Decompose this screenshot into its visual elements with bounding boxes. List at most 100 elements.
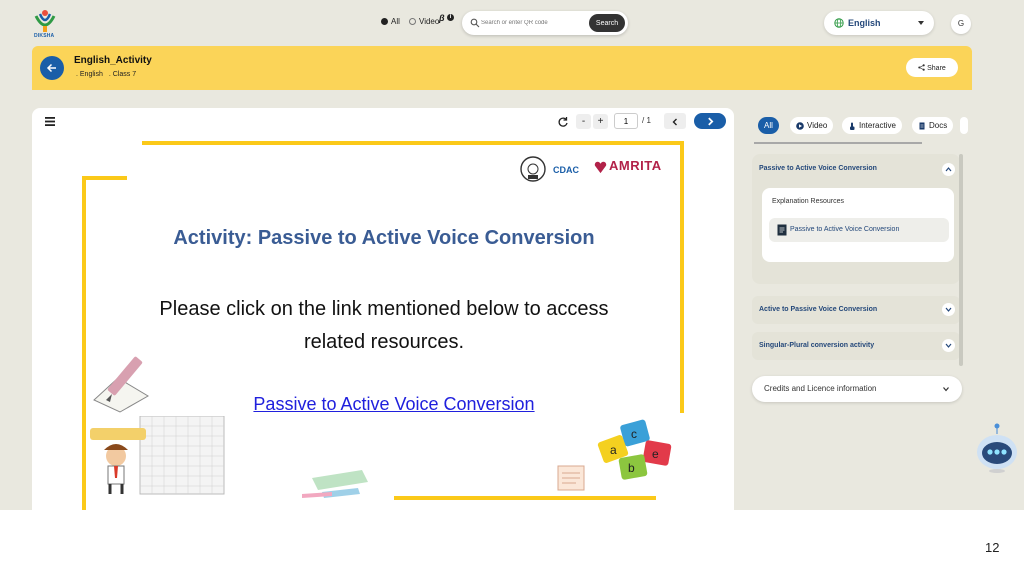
filter-all-radio[interactable]: All [381,17,400,26]
chatbot-icon[interactable] [975,422,1019,474]
radio-icon-checked [381,18,388,25]
government-emblem-icon [520,156,546,182]
pencil-clipart-icon [93,356,149,413]
play-icon [796,121,804,130]
section-content: Explanation Resources Passive to Active … [762,188,954,262]
hamburger-menu-icon[interactable] [45,117,55,126]
radio-icon [409,18,416,25]
section-title[interactable]: Passive to Active Voice Conversion [759,165,877,172]
resource-link[interactable]: Passive to Active Voice Conversion [74,394,694,415]
document-icon [919,122,925,129]
slide-title: Activity: Passive to Active Voice Conver… [173,227,595,249]
partner-logos: CDAC AMRITA [519,155,674,183]
chevron-down-icon [943,387,949,392]
tab-video-label: Video [807,121,828,130]
breadcrumb-item-subject: . English [76,71,103,78]
tabs-scroll-track [754,142,922,144]
section-title: Singular-Plural conversion activity [759,342,875,349]
notepad-clipart-icon [557,465,585,491]
previous-page-button[interactable] [664,113,686,129]
slide-page-number: 12 [985,540,1000,555]
alphabet-puzzle-clipart-icon: a c b e [597,419,672,480]
expand-toggle[interactable] [942,339,955,352]
language-label: English [848,18,881,28]
cdac-logo-text: CDAC [553,165,579,175]
slide-frame-top [142,141,684,145]
resource-group-label: Explanation Resources [772,198,844,205]
panel-scrollbar[interactable] [959,154,963,366]
slide-frame-bottom [394,496,656,500]
language-dropdown[interactable]: English [824,11,934,35]
tab-interactive[interactable]: Interactive [842,117,902,134]
section-active-to-passive[interactable]: Active to Passive Voice Conversion [752,296,960,324]
search-icon [470,18,480,28]
section-singular-plural[interactable]: Singular-Plural conversion activity [752,332,960,360]
share-icon [918,63,925,71]
app-window: DIKSHA All Video β i Search English [0,0,1024,510]
search-input[interactable] [481,17,581,29]
svg-text:c: c [631,427,637,441]
svg-text:a: a [610,443,617,457]
content-banner: English_Activity . English . Class 7 Sha… [32,46,972,90]
share-label: Share [927,64,946,72]
beta-badge: β [439,13,445,23]
section-passive-to-active: Passive to Active Voice Conversion Expla… [752,154,960,284]
search-button[interactable]: Search [589,14,625,32]
breadcrumb: . English . Class 7 [76,71,136,78]
info-icon[interactable]: i [447,14,454,21]
globe-icon [834,18,844,28]
slide-page: CDAC AMRITA Activity: Passive to Active … [74,138,694,510]
next-page-button[interactable] [694,113,726,129]
search-box: Search [462,11,628,35]
touch-icon [850,122,855,130]
section-title: Active to Passive Voice Conversion [759,306,878,313]
filter-all-label: All [391,17,400,26]
pdf-player: - + / 1 CDAC [32,108,734,510]
chevron-right-icon [707,116,713,126]
pdf-document-icon [777,224,787,236]
stationery-clipart-icon [302,470,368,498]
amrita-logo-text: AMRITA [609,158,662,173]
resource-filter-tabs: All Video Interactive Docs [752,114,968,138]
credits-label: Credits and Licence information [764,384,877,393]
chevron-left-icon [672,118,677,125]
word-search-clipart-icon [90,416,225,495]
resource-item[interactable]: Passive to Active Voice Conversion [769,218,949,242]
tab-more[interactable] [960,117,968,134]
top-header: DIKSHA All Video β i Search English [0,0,1024,44]
collapse-toggle[interactable] [942,163,955,176]
chevron-up-icon [945,167,952,172]
arrow-left-icon [46,63,56,73]
tab-video[interactable]: Video [790,117,834,134]
zoom-out-button[interactable]: - [576,114,591,129]
tab-all-label: All [764,121,773,130]
svg-text:e: e [652,447,659,461]
share-button[interactable]: Share [906,58,958,77]
filter-video-radio[interactable]: Video [409,17,439,26]
user-avatar[interactable]: G [951,14,971,34]
tab-docs[interactable]: Docs [912,117,954,134]
page-number-input[interactable] [614,113,638,129]
breadcrumb-item-class: . Class 7 [108,71,137,78]
resource-panel: All Video Interactive Docs Passive to Ac… [748,108,968,510]
page-total: / 1 [642,116,651,125]
content-title: English_Activity [74,55,152,66]
slide-body-text: Please click on the link mentioned below… [159,298,609,353]
tab-all[interactable]: All [758,117,779,134]
slide-frame-right [680,141,684,413]
tab-docs-label: Docs [929,121,948,130]
slide-frame-left-top [82,176,127,180]
chevron-down-icon [945,343,952,348]
resource-item-label: Passive to Active Voice Conversion [790,226,900,233]
logo-text: DIKSHA [34,33,55,39]
credits-licence-dropdown[interactable]: Credits and Licence information [752,376,962,402]
rotate-icon[interactable] [557,116,569,128]
caret-down-icon [918,21,924,25]
filter-video-label: Video [419,17,440,26]
svg-text:b: b [628,461,635,475]
chevron-down-icon [945,307,952,312]
amrita-logo-icon [594,161,607,174]
zoom-in-button[interactable]: + [593,114,608,129]
back-button[interactable] [40,56,64,80]
expand-toggle[interactable] [942,303,955,316]
